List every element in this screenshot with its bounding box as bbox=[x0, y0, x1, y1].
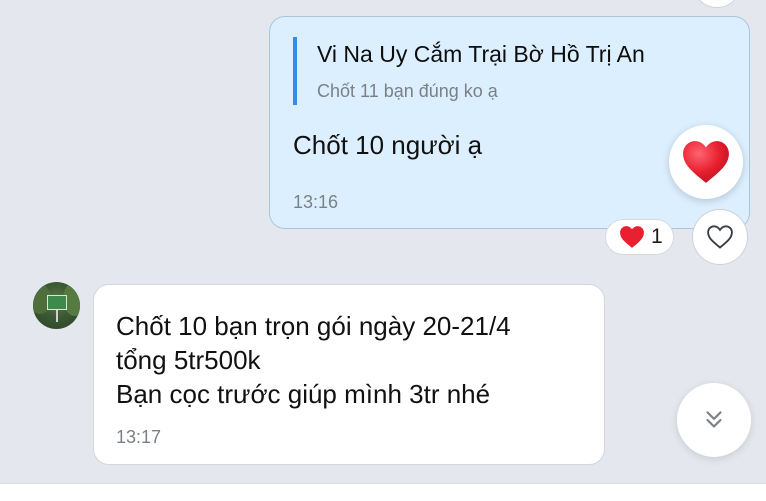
heart-outline-icon bbox=[707, 225, 733, 249]
message-time: 13:16 bbox=[293, 192, 339, 212]
reaction-count: 1 bbox=[651, 225, 663, 248]
scroll-to-bottom-button[interactable] bbox=[677, 383, 751, 457]
reaction-heart-button[interactable] bbox=[669, 125, 743, 199]
heart-icon bbox=[683, 141, 729, 183]
avatar-sign bbox=[47, 295, 67, 310]
message-line: tổng 5tr500k bbox=[116, 345, 261, 375]
action-button-partial[interactable] bbox=[692, 0, 742, 8]
outgoing-message-bubble[interactable]: Vi Na Uy Cắm Trại Bờ Hồ Trị An Chốt 11 b… bbox=[269, 16, 750, 229]
quoted-sender-name: Vi Na Uy Cắm Trại Bờ Hồ Trị An bbox=[317, 41, 645, 67]
quoted-text: Chốt 11 bạn đúng ko ạ bbox=[317, 81, 498, 101]
reaction-summary[interactable]: 1 bbox=[605, 219, 674, 255]
avatar-sign-post bbox=[56, 310, 58, 322]
quoted-message[interactable]: Vi Na Uy Cắm Trại Bờ Hồ Trị An Chốt 11 b… bbox=[293, 37, 645, 105]
heart-icon bbox=[620, 226, 644, 248]
message-line: Bạn cọc trước giúp mình 3tr nhé bbox=[116, 379, 491, 409]
message-line: Chốt 10 bạn trọn gói ngày 20-21/4 bbox=[116, 311, 511, 341]
message-text: Chốt 10 người ạ bbox=[293, 130, 483, 160]
avatar[interactable] bbox=[33, 282, 80, 329]
message-time: 13:17 bbox=[116, 427, 162, 447]
react-button[interactable] bbox=[692, 209, 748, 265]
chevron-double-down-icon bbox=[706, 411, 722, 428]
incoming-message-bubble[interactable]: Chốt 10 bạn trọn gói ngày 20-21/4 tổng 5… bbox=[93, 284, 605, 465]
input-bar bbox=[0, 483, 766, 501]
